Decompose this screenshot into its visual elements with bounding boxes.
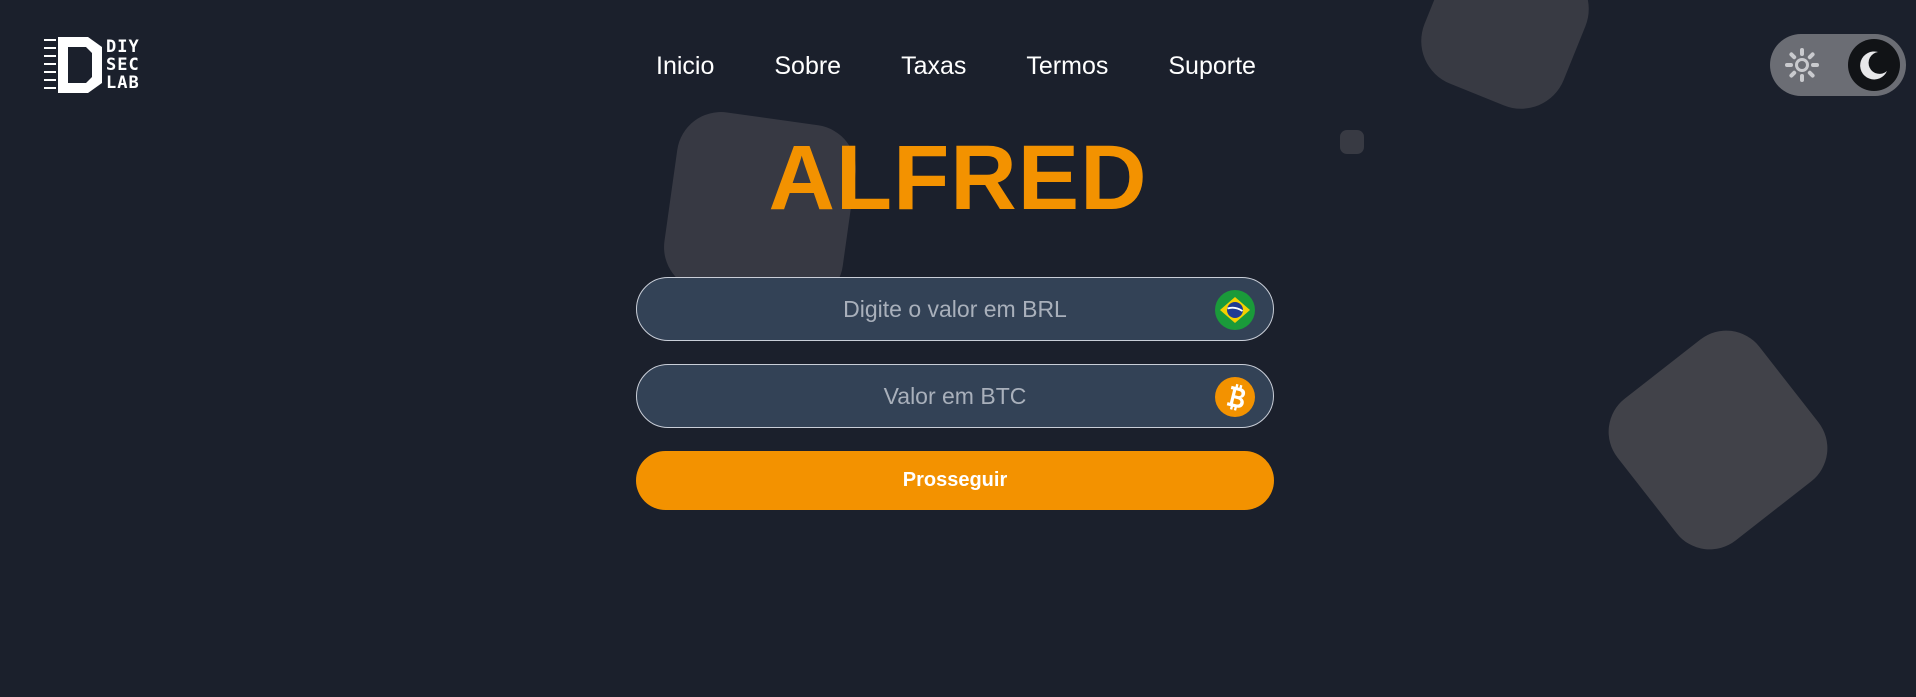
page: DIY SEC LAB Inicio Sobre Taxas Termos Su… (0, 0, 1916, 697)
theme-toggle[interactable] (1770, 34, 1906, 96)
sun-icon (1784, 47, 1820, 83)
logo-chip-icon (44, 37, 102, 93)
nav-item-sobre[interactable]: Sobre (774, 48, 841, 84)
logo-line: SEC (106, 55, 140, 75)
btc-field (636, 364, 1274, 428)
decorative-shape (1591, 313, 1845, 567)
nav-item-taxas[interactable]: Taxas (901, 48, 966, 84)
nav-item-inicio[interactable]: Inicio (656, 48, 714, 84)
brl-field (636, 277, 1274, 341)
brazil-flag-icon (1215, 290, 1255, 330)
nav-item-suporte[interactable]: Suporte (1168, 48, 1256, 84)
logo-line: DIY (106, 37, 140, 57)
main-nav: Inicio Sobre Taxas Termos Suporte (656, 48, 1256, 84)
moon-icon (1858, 49, 1890, 81)
proceed-button[interactable]: Prosseguir (636, 451, 1274, 510)
page-title: ALFRED (0, 128, 1916, 228)
page-title-text: ALFRED (768, 127, 1148, 229)
logo-line: LAB (106, 73, 140, 93)
bitcoin-icon (1215, 377, 1255, 417)
decorative-shape (1407, 0, 1603, 123)
brand-logo[interactable]: DIY SEC LAB (44, 36, 160, 94)
logo-text: DIY SEC LAB (106, 38, 140, 92)
btc-input[interactable] (637, 365, 1273, 427)
brl-input[interactable] (637, 278, 1273, 340)
toggle-knob[interactable] (1848, 39, 1900, 91)
nav-item-termos[interactable]: Termos (1026, 48, 1108, 84)
